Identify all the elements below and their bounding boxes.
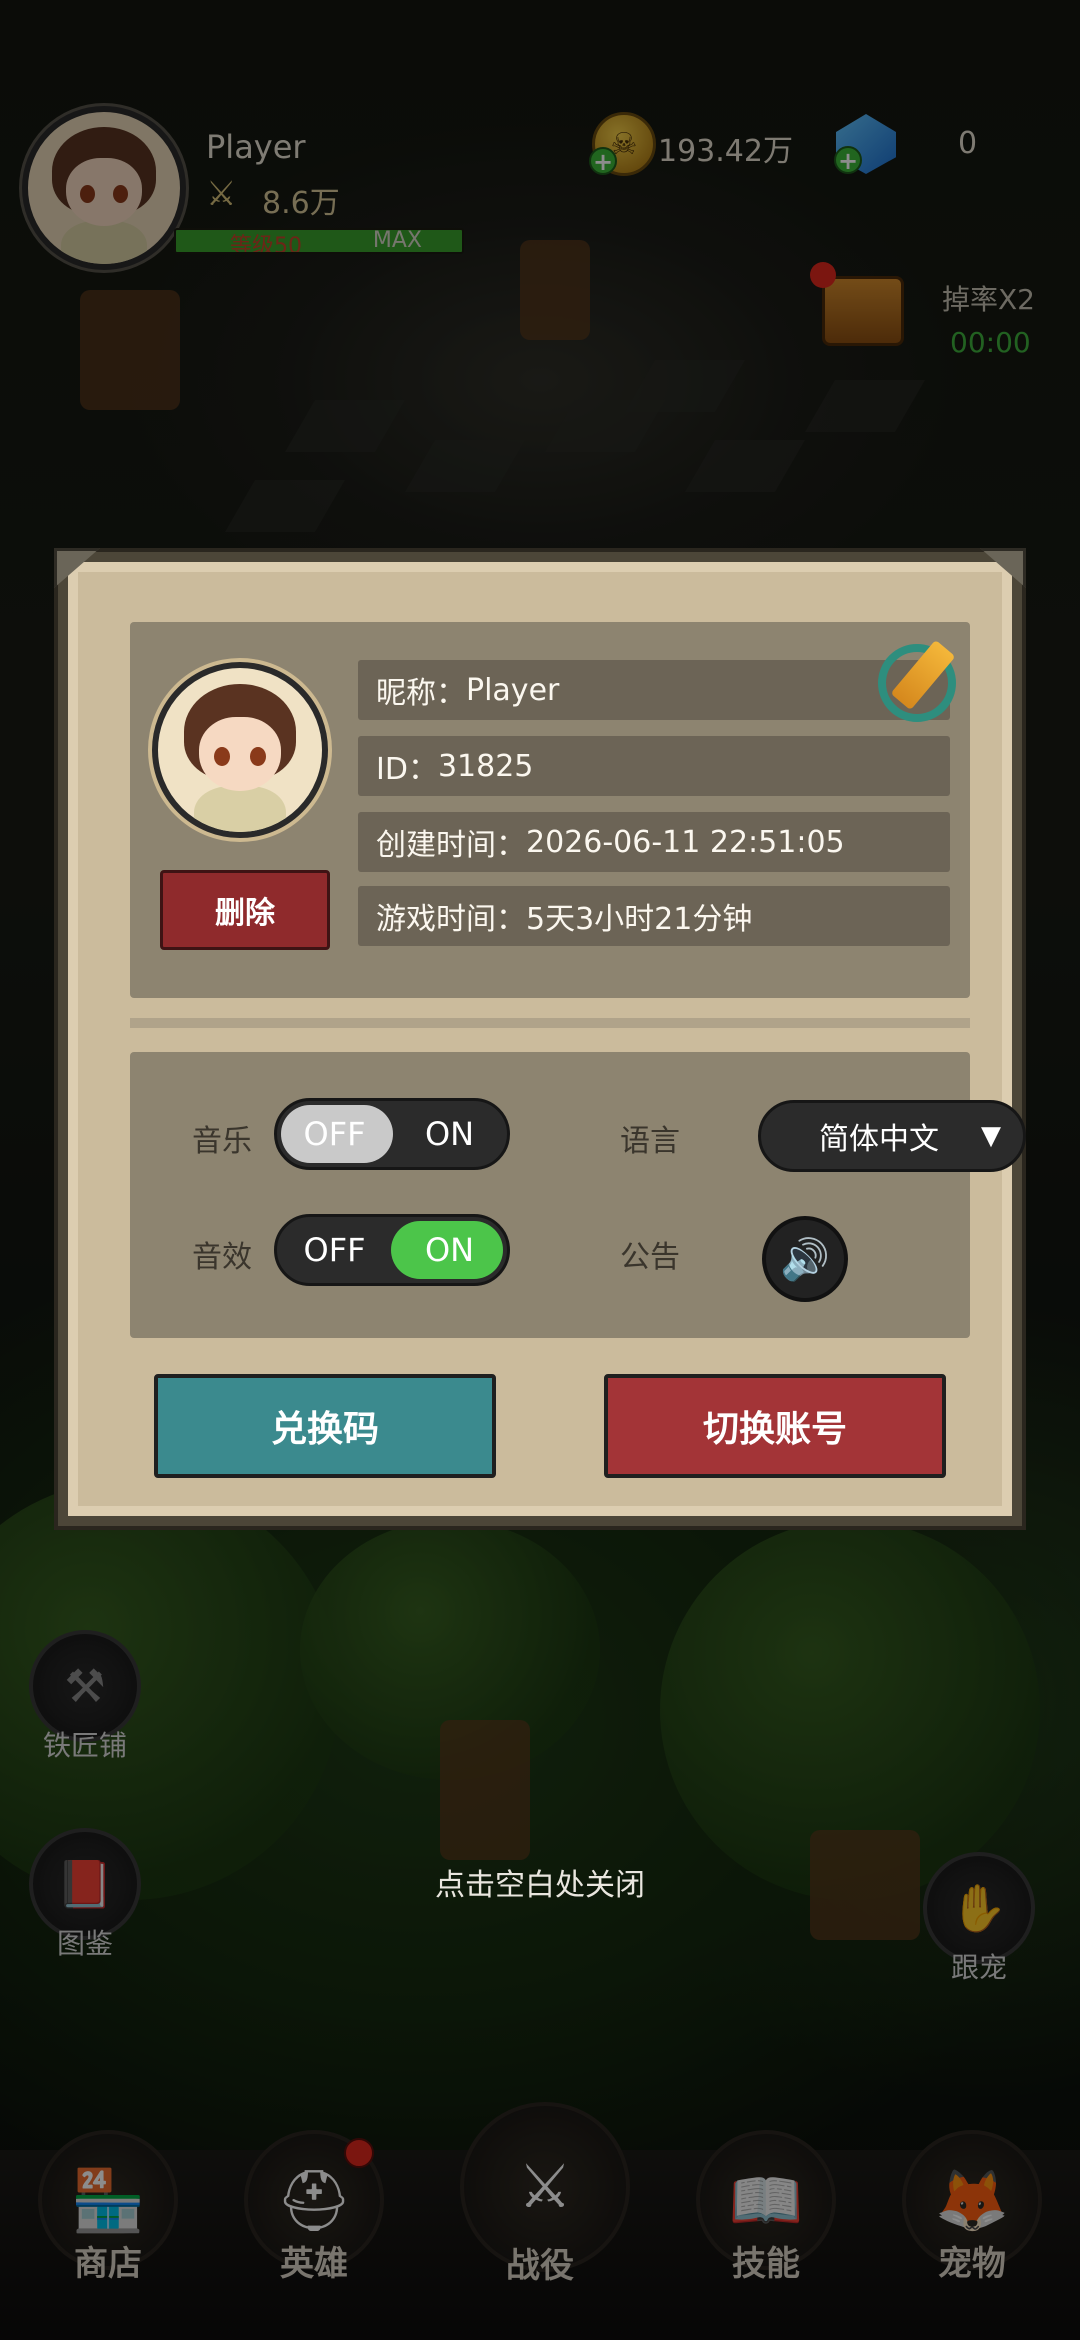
delete-button[interactable]: 删除 [160,870,330,950]
music-label: 音乐 [192,1124,252,1159]
language-value: 简体中文 [819,1122,939,1157]
created-value: 2026-06-11 22:51:05 [526,824,845,860]
created-label: 创建时间： [376,828,526,863]
nickname-value: Player [466,672,560,708]
sfx-toggle[interactable]: OFF ON [274,1214,510,1286]
switch-account-button[interactable]: 切换账号 [604,1374,946,1478]
language-label: 语言 [620,1124,680,1159]
profile-avatar[interactable] [152,662,328,838]
close-hint: 点击空白处关闭 [435,1868,645,1903]
sfx-on-label: ON [424,1231,475,1269]
created-row: 创建时间： 2026-06-11 22:51:05 [358,812,950,872]
id-value: 31825 [437,748,534,784]
dropdown-arrow-icon: ▼ [981,1121,1001,1151]
playtime-label: 游戏时间： [376,902,526,937]
sfx-off-label: OFF [303,1231,366,1269]
playtime-row: 游戏时间： 5天3小时21分钟 [358,886,950,946]
settings-dialog: 删除 昵称： Player ID： 31825 创建时间： 2026-06-11… [54,548,1026,1526]
music-off-label: OFF [303,1115,366,1153]
speaker-icon[interactable]: 🔊 [762,1216,848,1302]
nickname-label: 昵称： [376,676,466,711]
music-toggle[interactable]: OFF ON [274,1098,510,1170]
settings-panel: 音乐 OFF ON 音效 OFF ON 语言 简体中文 ▼ 公告 🔊 [130,1052,1026,1338]
dialog-corner [980,548,1026,588]
id-row: ID： 31825 [358,736,950,796]
notice-label: 公告 [620,1240,680,1275]
music-on-label: ON [424,1115,475,1153]
sfx-label: 音效 [192,1240,252,1275]
dialog-corner [54,548,100,588]
avatar-portrait [158,668,322,832]
playtime-value: 5天3小时21分钟 [526,902,753,937]
nickname-row: 昵称： Player [358,660,950,720]
id-label: ID： [376,752,438,787]
profile-panel: 删除 昵称： Player ID： 31825 创建时间： 2026-06-11… [130,622,970,998]
language-select[interactable]: 简体中文 ▼ [758,1100,1026,1172]
redeem-code-button[interactable]: 兑换码 [154,1374,496,1478]
divider [130,1018,970,1028]
